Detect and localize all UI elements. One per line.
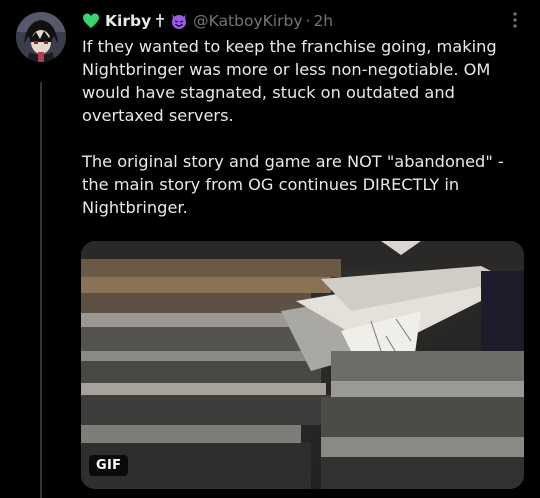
gif-badge: GIF [89, 455, 129, 476]
tweet-paragraph-1: If they wanted to keep the franchise goi… [82, 37, 497, 125]
avatar[interactable] [16, 12, 66, 62]
gif-image [81, 241, 524, 489]
separator: · [305, 12, 311, 30]
timestamp[interactable]: 2h [313, 12, 333, 30]
user-handle[interactable]: @KatboyKirby [193, 12, 302, 30]
tweet-paragraph-2: The original story and game are NOT "aba… [82, 152, 504, 217]
avatar-image [16, 12, 66, 62]
more-options-icon[interactable] [508, 10, 522, 30]
smiling-devil-icon [170, 12, 188, 30]
thread-line [40, 82, 42, 498]
tweet-header: Kirby @KatboyKirby · 2h [82, 10, 526, 32]
tweet-text: If they wanted to keep the franchise goi… [82, 35, 522, 219]
gif-media[interactable]: GIF [81, 241, 524, 489]
dagger-icon [155, 14, 165, 28]
green-heart-icon [82, 13, 100, 29]
display-name[interactable]: Kirby [105, 12, 151, 30]
